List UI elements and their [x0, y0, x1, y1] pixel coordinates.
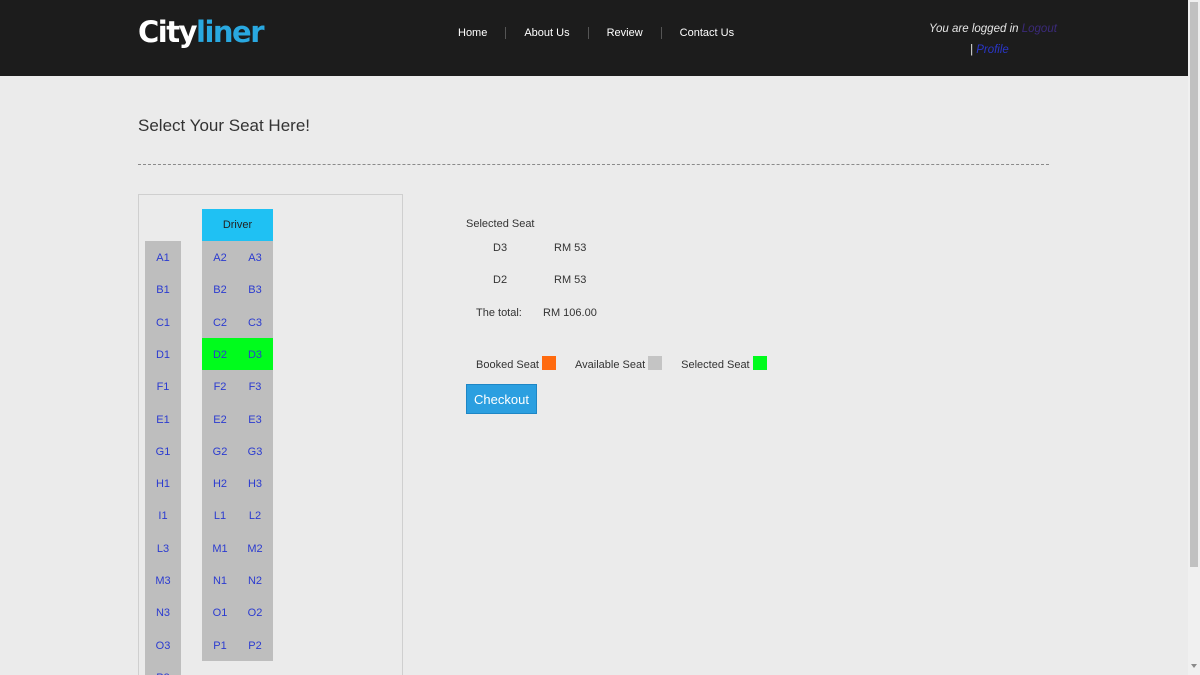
seat-d3[interactable]: D3 — [240, 348, 270, 362]
seat-l2[interactable]: L2 — [240, 509, 270, 523]
nav-review[interactable]: Review — [589, 26, 661, 40]
seat-b2[interactable]: B2 — [205, 283, 235, 297]
legend-selected-label: Selected Seat — [681, 359, 750, 371]
seat-n3[interactable]: N3 — [148, 606, 178, 620]
seat-o3[interactable]: O3 — [148, 639, 178, 653]
seat-h2[interactable]: H2 — [205, 477, 235, 491]
seat-e1[interactable]: E1 — [148, 413, 178, 427]
seat-p3[interactable]: P3 — [148, 671, 178, 675]
seat-i1[interactable]: I1 — [148, 509, 178, 523]
seat-m1[interactable]: M1 — [205, 542, 235, 556]
legend-booked-swatch — [542, 355, 556, 370]
seat-o1[interactable]: O1 — [205, 606, 235, 620]
seat-c3[interactable]: C3 — [240, 316, 270, 330]
seat-g3[interactable]: G3 — [240, 445, 270, 459]
top-header: Cityliner Home About Us Review Contact U… — [0, 0, 1188, 76]
legend-booked-label: Booked Seat — [476, 359, 539, 371]
nav-about-us[interactable]: About Us — [506, 26, 587, 40]
driver-seat: Driver — [202, 209, 273, 241]
seat-b3[interactable]: B3 — [240, 283, 270, 297]
profile-line: | Profile — [970, 43, 1009, 57]
nav-contact-us[interactable]: Contact Us — [662, 26, 752, 40]
seat-l1[interactable]: L1 — [205, 509, 235, 523]
scroll-down-arrow-icon[interactable] — [1191, 664, 1197, 668]
seat-e2[interactable]: E2 — [205, 413, 235, 427]
seat-legend: Booked Seat Available Seat Selected Seat — [476, 355, 767, 372]
seat-a1[interactable]: A1 — [148, 251, 178, 265]
selected-seat-id: D3 — [493, 242, 508, 254]
legend-available-swatch — [648, 355, 663, 370]
seat-a2[interactable]: A2 — [205, 251, 235, 265]
seat-d1[interactable]: D1 — [148, 348, 178, 362]
checkout-button[interactable]: Checkout — [466, 384, 537, 414]
nav-home[interactable]: Home — [440, 26, 505, 40]
dashed-divider — [138, 164, 1049, 165]
seat-g1[interactable]: G1 — [148, 445, 178, 459]
seat-n1[interactable]: N1 — [205, 574, 235, 588]
page-scrollbar[interactable] — [1188, 0, 1200, 675]
seat-g2[interactable]: G2 — [205, 445, 235, 459]
seat-f3[interactable]: F3 — [240, 380, 270, 394]
profile-link[interactable]: Profile — [976, 44, 1009, 56]
seat-n2[interactable]: N2 — [240, 574, 270, 588]
seat-d2[interactable]: D2 — [205, 348, 235, 362]
seat-h1[interactable]: H1 — [148, 477, 178, 491]
seat-f1[interactable]: F1 — [148, 380, 178, 394]
login-status: You are logged in Logout — [929, 22, 1057, 36]
seat-o2[interactable]: O2 — [240, 606, 270, 620]
seat-m3[interactable]: M3 — [148, 574, 178, 588]
legend-selected-swatch — [752, 355, 767, 370]
selected-seat-heading: Selected Seat — [466, 218, 535, 230]
total-value: RM 106.00 — [543, 307, 597, 319]
selected-seat-price: RM 53 — [554, 274, 587, 286]
logo-text-liner: liner — [196, 15, 265, 49]
seat-e3[interactable]: E3 — [240, 413, 270, 427]
page-title: Select Your Seat Here! — [138, 116, 311, 135]
legend-available-label: Available Seat — [575, 359, 646, 371]
seat-b1[interactable]: B1 — [148, 283, 178, 297]
logo-text-city: City — [138, 15, 198, 49]
seat-a3[interactable]: A3 — [240, 251, 270, 265]
total-label: The total: — [476, 307, 522, 319]
seat-p2[interactable]: P2 — [240, 639, 270, 653]
selected-seat-price: RM 53 — [554, 242, 587, 254]
main-nav: Home About Us Review Contact Us — [440, 26, 752, 40]
cityliner-logo[interactable]: Cityliner — [138, 14, 265, 50]
seat-h3[interactable]: H3 — [240, 477, 270, 491]
seat-p1[interactable]: P1 — [205, 639, 235, 653]
seat-l3[interactable]: L3 — [148, 542, 178, 556]
seat-m2[interactable]: M2 — [240, 542, 270, 556]
profile-separator: | — [970, 44, 973, 56]
seat-c1[interactable]: C1 — [148, 316, 178, 330]
seat-c2[interactable]: C2 — [205, 316, 235, 330]
selected-seat-id: D2 — [493, 274, 508, 286]
logout-link[interactable]: Logout — [1022, 23, 1057, 35]
seat-f2[interactable]: F2 — [205, 380, 235, 394]
scrollbar-thumb[interactable] — [1190, 2, 1198, 567]
login-status-text: You are logged in — [929, 23, 1019, 35]
